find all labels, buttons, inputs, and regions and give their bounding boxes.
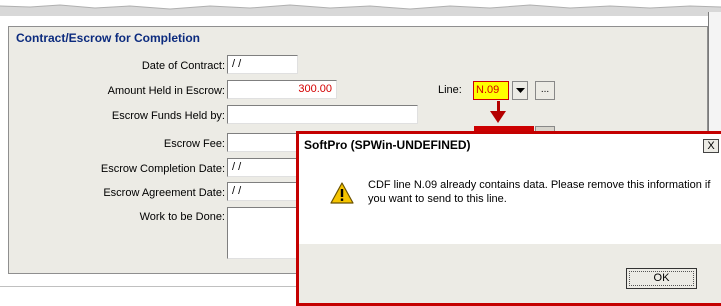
line-dropdown-button[interactable]	[512, 81, 528, 100]
warning-dialog: SoftPro (SPWin-UNDEFINED) X CDF line N.0…	[296, 131, 721, 306]
completion-date-input[interactable]: / /	[227, 158, 299, 177]
dialog-close-button[interactable]: X	[703, 139, 719, 153]
date-of-contract-label: Date of Contract:	[141, 60, 225, 72]
escrow-fee-input[interactable]	[227, 133, 299, 152]
line-select[interactable]: N.09	[473, 81, 509, 100]
dialog-message: CDF line N.09 already contains data. Ple…	[368, 179, 711, 205]
ok-button[interactable]: OK	[626, 268, 697, 289]
line-label: Line:	[438, 84, 462, 96]
date-of-contract-input[interactable]: / /	[227, 55, 298, 74]
work-to-be-done-label: Work to be Done:	[139, 211, 225, 223]
funds-held-by-label: Escrow Funds Held by:	[111, 110, 225, 122]
dialog-titlebar: SoftPro (SPWin-UNDEFINED) X	[299, 134, 721, 156]
line-ellipsis-button[interactable]: ...	[535, 81, 555, 100]
funds-held-by-input[interactable]	[227, 105, 418, 124]
completion-date-label: Escrow Completion Date:	[100, 163, 225, 175]
warning-icon	[330, 182, 354, 204]
section-title: Contract/Escrow for Completion	[16, 31, 201, 45]
escrow-fee-label: Escrow Fee:	[163, 138, 225, 150]
chevron-down-icon	[515, 87, 525, 93]
agreement-date-label: Escrow Agreement Date:	[103, 187, 225, 199]
amount-held-label: Amount Held in Escrow:	[107, 85, 225, 97]
divider	[0, 286, 296, 287]
work-to-be-done-textarea[interactable]	[227, 207, 299, 259]
agreement-date-input[interactable]: / /	[227, 182, 299, 201]
dialog-title: SoftPro (SPWin-UNDEFINED)	[304, 138, 471, 152]
amount-held-input[interactable]: 300.00	[227, 80, 337, 99]
annotation-arrow-icon	[490, 111, 506, 123]
torn-edge	[0, 4, 721, 16]
